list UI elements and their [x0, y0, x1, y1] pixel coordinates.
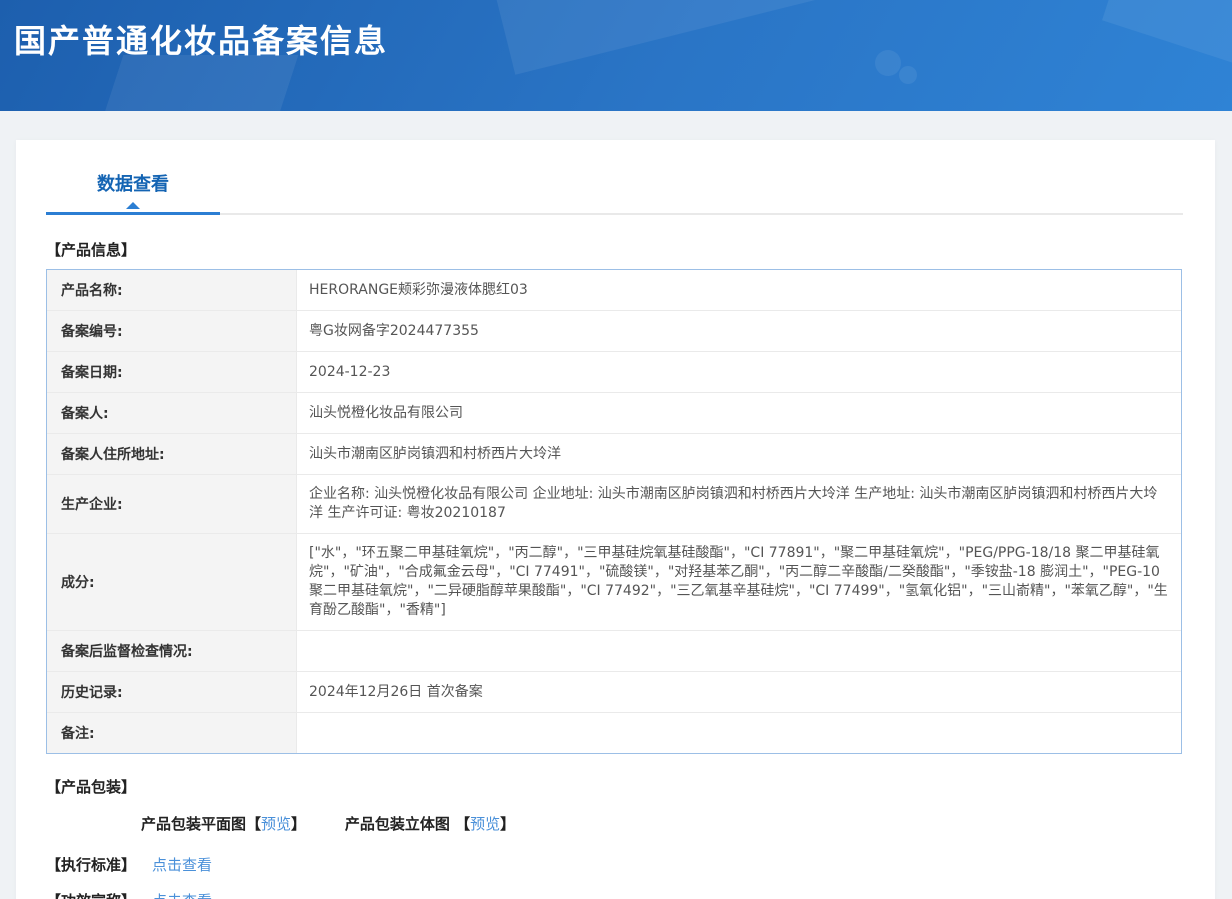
content-card: 数据查看 【产品信息】 产品名称: HERORANGE颊彩弥漫液体腮红03 备案…: [16, 140, 1215, 899]
row-value: HERORANGE颊彩弥漫液体腮红03: [309, 281, 528, 298]
row-value: 2024-12-23: [309, 363, 391, 380]
bracket-open: 【: [455, 815, 471, 833]
table-row: 备案人住所地址: 汕头市潮南区胪岗镇泗和村桥西片大坽洋: [47, 434, 1181, 475]
table-row: 备案日期: 2024-12-23: [47, 352, 1181, 393]
table-row: 备案编号: 粤G妆网备字2024477355: [47, 311, 1181, 352]
product-info-table: 产品名称: HERORANGE颊彩弥漫液体腮红03 备案编号: 粤G妆网备字20…: [46, 269, 1182, 754]
row-value: [297, 713, 1181, 753]
row-label: 备案编号:: [47, 311, 297, 351]
table-row: 备案后监督检查情况:: [47, 631, 1181, 672]
row-label: 成分:: [47, 534, 297, 630]
tab-pointer-icon: [126, 202, 140, 209]
bracket-close: 】: [500, 815, 516, 833]
table-row: 备注:: [47, 713, 1181, 753]
table-row: 成分: ["水"，"环五聚二甲基硅氧烷"，"丙二醇"，"三甲基硅烷氧基硅酸酯"，…: [47, 534, 1181, 631]
row-label: 备案日期:: [47, 352, 297, 392]
packaging-row: 产品包装平面图【预览】 产品包装立体图 【预览】: [141, 813, 1183, 834]
packaging-3d-label: 产品包装立体图: [344, 815, 456, 833]
row-value: ["水"，"环五聚二甲基硅氧烷"，"丙二醇"，"三甲基硅烷氧基硅酸酯"，"CI …: [309, 545, 1168, 618]
packaging-flat-label: 产品包装平面图: [141, 815, 247, 833]
banner-decoration: [100, 55, 299, 111]
row-label: 备案人住所地址:: [47, 434, 297, 474]
row-label: 备注:: [47, 713, 297, 753]
standards-view-link[interactable]: 点击查看: [152, 856, 212, 874]
row-value: [297, 631, 1181, 671]
table-row: 历史记录: 2024年12月26日 首次备案: [47, 672, 1181, 713]
row-label: 备案人:: [47, 393, 297, 433]
packaging-3d-item: 产品包装立体图 【预览】: [345, 813, 515, 834]
packaging-flat-preview-link[interactable]: 预览: [261, 815, 291, 833]
row-label: 历史记录:: [47, 672, 297, 712]
bracket-close: 】: [291, 815, 307, 833]
table-row: 生产企业: 企业名称: 汕头悦橙化妆品有限公司 企业地址: 汕头市潮南区胪岗镇泗…: [47, 475, 1181, 534]
row-label: 生产企业:: [47, 475, 297, 533]
row-label: 产品名称:: [47, 270, 297, 310]
tab-data-view-label: 数据查看: [97, 174, 169, 195]
row-label: 备案后监督检查情况:: [47, 631, 297, 671]
table-row: 备案人: 汕头悦橙化妆品有限公司: [47, 393, 1181, 434]
standards-label: 【执行标准】: [46, 856, 137, 874]
bracket-open: 【: [246, 815, 262, 833]
banner-decoration-circle: [899, 66, 917, 84]
row-value: 汕头悦橙化妆品有限公司: [309, 404, 463, 421]
efficacy-row: 【功效宣称】 点击查看: [46, 890, 1183, 899]
packaging-3d-preview-link[interactable]: 预览: [470, 815, 500, 833]
row-value: 汕头市潮南区胪岗镇泗和村桥西片大坽洋: [309, 445, 561, 462]
table-row: 产品名称: HERORANGE颊彩弥漫液体腮红03: [47, 270, 1181, 311]
efficacy-label: 【功效宣称】: [46, 890, 136, 899]
page-header: 国产普通化妆品备案信息: [0, 0, 1232, 111]
row-value: 粤G妆网备字2024477355: [309, 322, 479, 339]
efficacy-view-link[interactable]: 点击查看: [152, 892, 212, 899]
product-info-section-title: 【产品信息】: [46, 241, 137, 259]
packaging-flat-item: 产品包装平面图【预览】: [141, 813, 306, 834]
tab-bar: 数据查看: [46, 170, 1183, 215]
tab-data-view[interactable]: 数据查看: [46, 170, 220, 215]
page-title: 国产普通化妆品备案信息: [14, 22, 389, 60]
packaging-section-title: 【产品包装】: [46, 778, 137, 796]
standards-row: 【执行标准】 点击查看: [46, 854, 1183, 875]
row-value: 企业名称: 汕头悦橙化妆品有限公司 企业地址: 汕头市潮南区胪岗镇泗和村桥西片大…: [309, 486, 1158, 521]
row-value: 2024年12月26日 首次备案: [309, 683, 483, 700]
